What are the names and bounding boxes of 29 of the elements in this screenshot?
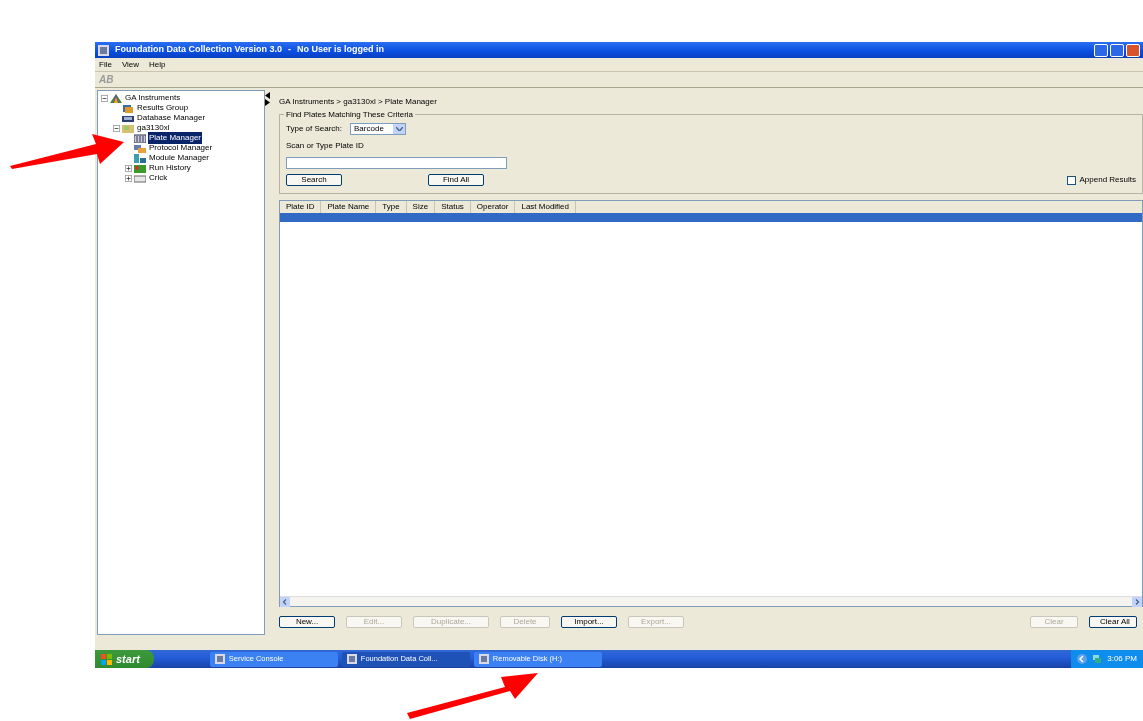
search-type-label: Type of Search: bbox=[286, 123, 343, 135]
tree-item[interactable]: ga3130xl bbox=[136, 122, 171, 134]
tree-item[interactable]: GA Instruments bbox=[124, 92, 182, 104]
breadcrumb: GA Instruments > ga3130xl > Plate Manager bbox=[279, 96, 438, 108]
search-type-dropdown[interactable]: Barcode bbox=[350, 123, 407, 135]
menu-item[interactable]: File bbox=[99, 58, 112, 71]
window-title: Foundation Data Collection Version 3.0 bbox=[115, 43, 283, 57]
start-button[interactable]: start bbox=[95, 650, 154, 668]
action-button[interactable]: Import... bbox=[561, 616, 617, 628]
action-button[interactable]: New... bbox=[279, 616, 335, 628]
tree-item[interactable]: Plate Manager bbox=[148, 132, 203, 144]
company-logo: AB bbox=[99, 73, 114, 87]
user-status: No User is logged in bbox=[297, 43, 385, 57]
tree-item[interactable]: Database Manager bbox=[136, 112, 207, 124]
clear-button[interactable]: Clear All bbox=[1089, 616, 1137, 628]
group-title: Find Plates Matching These Criteria bbox=[284, 110, 416, 119]
title-separator: - bbox=[288, 43, 292, 57]
append-label: Append Results bbox=[1079, 174, 1136, 186]
tree-item[interactable]: Module Manager bbox=[148, 152, 211, 164]
find-all-button[interactable]: Find All bbox=[428, 174, 484, 186]
plate-id-label: Scan or Type Plate ID bbox=[286, 140, 365, 152]
menu-item[interactable]: Help bbox=[149, 58, 166, 71]
tree-item[interactable]: Results Group bbox=[136, 102, 190, 114]
tree-item[interactable]: Protocol Manager bbox=[148, 142, 214, 154]
menu-item[interactable]: View bbox=[121, 58, 140, 71]
tree-item[interactable]: Run History bbox=[148, 162, 192, 174]
search-button[interactable]: Search bbox=[286, 174, 342, 186]
clock: 3:06 PM bbox=[1107, 653, 1137, 665]
tree-item[interactable]: Crick bbox=[148, 172, 169, 184]
